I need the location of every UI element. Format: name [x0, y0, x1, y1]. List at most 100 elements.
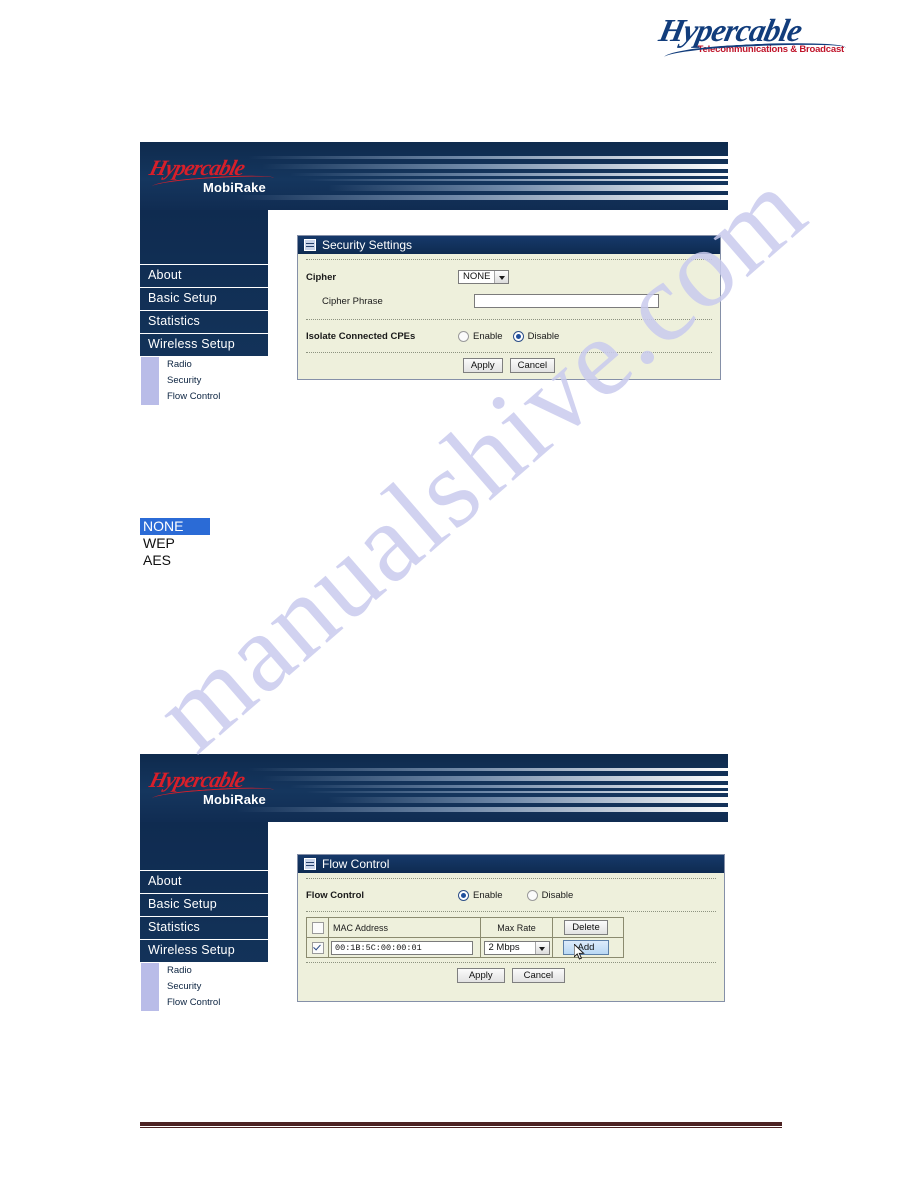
- device-brand-logo: Hypercable MobiRake: [147, 767, 280, 807]
- sidebar-item-about[interactable]: About: [140, 870, 268, 893]
- sidebar-item-label: Basic Setup: [148, 291, 217, 305]
- select-all-checkbox[interactable]: [311, 921, 324, 934]
- cipher-phrase-input[interactable]: [474, 294, 659, 308]
- flow-disable-radio[interactable]: Disable: [526, 889, 573, 901]
- sidebar-subnav: Radio Security Flow Control: [140, 356, 268, 405]
- max-rate-value: 2 Mbps: [488, 941, 520, 953]
- sidebar-item-radio[interactable]: Radio: [140, 963, 268, 979]
- subnav-marker-icon: [141, 995, 159, 1011]
- sidebar: About Basic Setup Statistics Wireless Se…: [140, 210, 268, 405]
- sidebar-item-wireless-setup[interactable]: Wireless Setup: [140, 939, 268, 962]
- flow-control-toggle-row: Flow Control Enable Disable: [306, 885, 716, 905]
- sidebar-item-radio[interactable]: Radio: [140, 357, 268, 373]
- sidebar-item-flow-control[interactable]: Flow Control: [140, 389, 268, 405]
- flow-control-label: Flow Control: [306, 889, 365, 901]
- header-stripe: [306, 791, 728, 793]
- chevron-down-icon: [534, 941, 549, 954]
- radio-dot-icon: [458, 889, 469, 901]
- cipher-phrase-row: Cipher Phrase: [306, 291, 712, 311]
- row-checkbox[interactable]: [311, 941, 324, 954]
- sidebar-item-statistics[interactable]: Statistics: [140, 916, 268, 939]
- cipher-option-wep[interactable]: WEP: [140, 535, 210, 552]
- sidebar-item-about[interactable]: About: [140, 264, 268, 287]
- sidebar-item-label: About: [148, 268, 182, 282]
- column-header-rate: Max Rate: [481, 918, 553, 937]
- subnav-marker-icon: [141, 979, 159, 995]
- radio-label: Enable: [473, 330, 503, 342]
- cipher-select-value: NONE: [463, 271, 491, 282]
- subnav-marker-icon: [141, 357, 159, 373]
- sidebar-item-label: Radio: [167, 965, 192, 976]
- sidebar-item-basic-setup[interactable]: Basic Setup: [140, 893, 268, 916]
- max-rate-select[interactable]: 2 Mbps: [483, 940, 550, 955]
- radio-label: Enable: [473, 889, 503, 901]
- isolate-cpes-label: Isolate Connected CPEs: [306, 330, 416, 342]
- collapse-icon[interactable]: [304, 239, 316, 251]
- row-select-cell[interactable]: [307, 938, 329, 957]
- flow-control-panel: Flow Control Flow Control Enable Disable: [297, 854, 725, 1002]
- cancel-button[interactable]: Cancel: [509, 358, 556, 373]
- option-label: AES: [143, 552, 172, 568]
- header-stripe: [328, 185, 728, 191]
- max-rate-cell: 2 Mbps: [481, 938, 553, 957]
- security-settings-panel: Security Settings Cipher NONE Cipher Phr…: [297, 235, 721, 380]
- cipher-option-none[interactable]: NONE: [140, 518, 210, 535]
- cipher-options-list[interactable]: NONE WEP AES: [140, 518, 210, 569]
- header-stripe: [328, 797, 728, 803]
- header-stripe: [290, 785, 728, 788]
- option-label: NONE: [143, 518, 184, 534]
- subnav-marker-icon: [141, 389, 159, 405]
- isolate-disable-radio[interactable]: Disable: [512, 330, 559, 342]
- sidebar-item-flow-control[interactable]: Flow Control: [140, 995, 268, 1011]
- sidebar-item-label: Security: [167, 375, 202, 386]
- sidebar-item-label: Wireless Setup: [148, 337, 235, 351]
- apply-button[interactable]: Apply: [456, 968, 505, 983]
- cipher-label: Cipher: [306, 271, 337, 283]
- panel-title-bar: Security Settings: [298, 236, 720, 254]
- option-label: WEP: [143, 535, 175, 551]
- flow-enable-radio[interactable]: Enable: [458, 889, 503, 901]
- sidebar-item-label: Basic Setup: [148, 897, 217, 911]
- radio-dot-icon: [512, 330, 524, 342]
- column-header-mac: MAC Address: [329, 918, 481, 937]
- sidebar-item-basic-setup[interactable]: Basic Setup: [140, 287, 268, 310]
- device-brand-logo: Hypercable MobiRake: [147, 155, 280, 195]
- sidebar-item-statistics[interactable]: Statistics: [140, 310, 268, 333]
- isolate-enable-radio[interactable]: Enable: [458, 330, 503, 342]
- select-all-cell[interactable]: [307, 918, 329, 937]
- cancel-button[interactable]: Cancel: [511, 968, 566, 983]
- panel-content: Cipher NONE Cipher Phrase Isolate Connec…: [298, 259, 720, 379]
- chevron-down-icon: [494, 271, 509, 283]
- sidebar-item-label: Statistics: [148, 920, 201, 934]
- device-ui-header: Hypercable MobiRake: [140, 142, 728, 210]
- subnav-marker-icon: [141, 963, 159, 979]
- sidebar-item-security[interactable]: Security: [140, 979, 268, 995]
- sidebar-item-wireless-setup[interactable]: Wireless Setup: [140, 333, 268, 356]
- apply-button[interactable]: Apply: [462, 358, 503, 373]
- add-button[interactable]: Add: [562, 940, 610, 955]
- delete-button[interactable]: Delete: [564, 920, 608, 935]
- header-stripe: [262, 776, 728, 781]
- table-row: 00:1B:5C:00:00:01 2 Mbps Add: [307, 938, 623, 957]
- header-stripe: [236, 195, 728, 200]
- collapse-icon[interactable]: [304, 858, 316, 870]
- device-ui-header: Hypercable MobiRake: [140, 754, 728, 822]
- cipher-phrase-label: Cipher Phrase: [322, 295, 383, 307]
- sidebar-item-label: Security: [167, 981, 202, 992]
- header-stripe: [290, 173, 728, 176]
- divider: [306, 319, 712, 320]
- mac-address-input[interactable]: 00:1B:5C:00:00:01: [331, 940, 473, 955]
- panel-title-bar: Flow Control: [298, 855, 724, 873]
- header-stripe: [248, 768, 728, 771]
- footer-rule: [140, 1122, 782, 1128]
- sidebar-subnav: Radio Security Flow Control: [140, 962, 268, 1011]
- radio-dot-icon: [458, 330, 469, 342]
- divider: [306, 259, 712, 260]
- figure-security-settings: Hypercable MobiRake About Basic Setup St…: [140, 142, 728, 405]
- cipher-select[interactable]: NONE: [458, 270, 510, 284]
- sidebar-item-label: Flow Control: [167, 997, 221, 1008]
- page-logo-wordmark: Hypercable: [656, 12, 805, 48]
- cipher-option-aes[interactable]: AES: [140, 552, 210, 569]
- sidebar-item-security[interactable]: Security: [140, 373, 268, 389]
- header-stripe: [262, 164, 728, 169]
